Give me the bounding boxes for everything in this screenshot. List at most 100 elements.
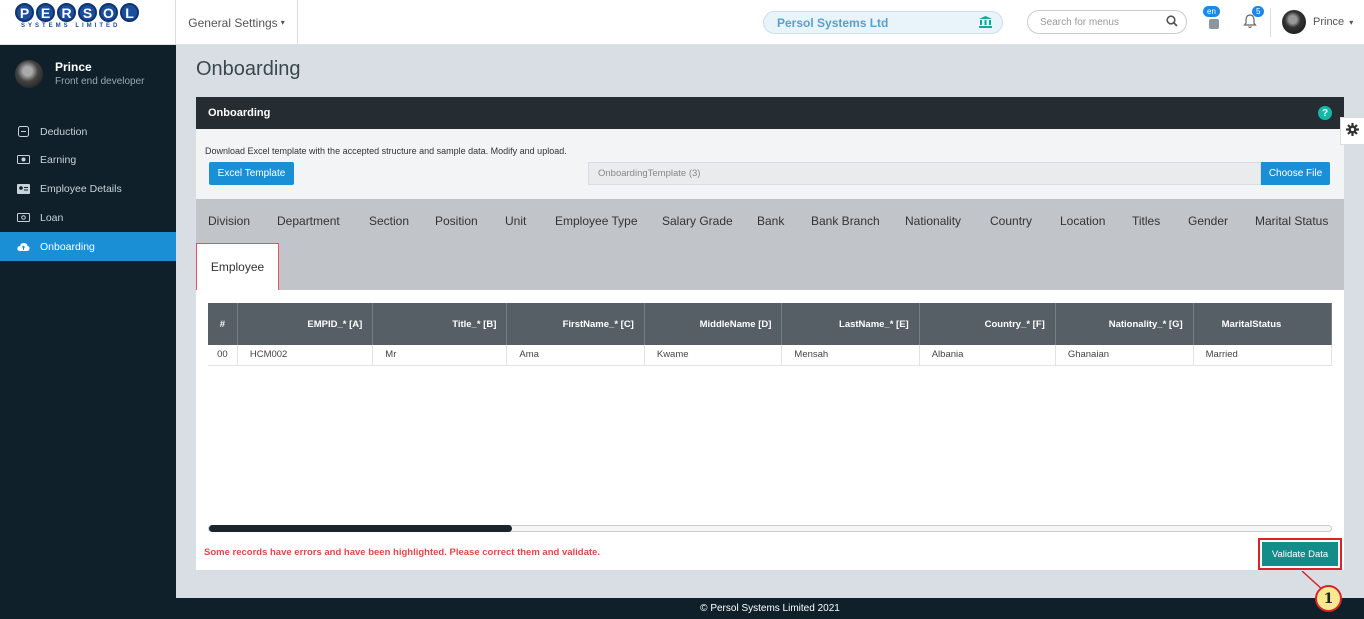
language-icon[interactable]: en [1203, 6, 1223, 32]
card-header: Onboarding ? [196, 97, 1344, 129]
tab-employee-type[interactable]: Employee Type [555, 214, 638, 228]
tab-salary-grade[interactable]: Salary Grade [662, 214, 733, 228]
upload-zone: Download Excel template with the accepte… [196, 129, 1344, 199]
notifications-icon[interactable]: 5 [1243, 6, 1265, 32]
column-header: Country_* [F] [919, 303, 1056, 345]
data-table: # EMPID_* [A] Title_* [B] FirstName_* [C… [208, 303, 1332, 366]
choose-file-button[interactable]: Choose File [1261, 162, 1330, 185]
table-cell[interactable]: Mr [372, 345, 508, 366]
minus-square-icon [16, 125, 30, 139]
tab-bank[interactable]: Bank [757, 214, 784, 228]
cloud-upload-icon [16, 240, 30, 254]
file-name-field[interactable]: OnboardingTemplate (3) [588, 162, 1261, 185]
profile-avatar [15, 60, 43, 88]
tab-unit[interactable]: Unit [505, 214, 526, 228]
sidebar-item-loan[interactable]: Loan [0, 203, 176, 232]
sidebar-item-label: Loan [40, 211, 64, 224]
tab-marital-status[interactable]: Marital Status [1255, 214, 1328, 228]
general-settings-dropdown[interactable]: General Settings ▾ [175, 0, 298, 45]
validate-highlight: Validate Data [1258, 538, 1342, 570]
user-menu[interactable]: Prince ▾ [1313, 16, 1353, 28]
top-bar: P E R S O L SYSTEMS LIMITED General Sett… [0, 0, 1364, 45]
entity-tabs: Division Department Section Position Uni… [196, 199, 1344, 290]
company-name: Persol Systems Ltd [777, 15, 889, 30]
sidebar: Prince Front end developer Deduction Ear… [0, 45, 176, 619]
table-cell[interactable]: Mensah [781, 345, 920, 366]
column-header: FirstName_* [C] [506, 303, 645, 345]
logo-letter: P [15, 3, 34, 22]
onboarding-card: Onboarding ? Download Excel template wit… [196, 97, 1344, 570]
persol-logo[interactable]: P E R S O L SYSTEMS LIMITED [15, 3, 160, 33]
column-header: MaritalStatus [1193, 303, 1332, 345]
tab-gender[interactable]: Gender [1188, 214, 1228, 228]
data-table-container[interactable]: # EMPID_* [A] Title_* [B] FirstName_* [C… [208, 303, 1332, 366]
search-icon[interactable] [1166, 15, 1178, 30]
cash-icon [16, 211, 30, 225]
profile-name: Prince [55, 60, 92, 74]
sidebar-item-employee-details[interactable]: Employee Details [0, 174, 176, 203]
sidebar-item-label: Deduction [40, 125, 88, 138]
tab-division[interactable]: Division [208, 214, 250, 228]
caret-down-icon: ▾ [280, 18, 285, 27]
tab-location[interactable]: Location [1060, 214, 1105, 228]
tab-country[interactable]: Country [990, 214, 1032, 228]
divider [1270, 8, 1271, 37]
tab-employee[interactable]: Employee [196, 243, 279, 290]
scrollbar-thumb[interactable] [209, 525, 512, 532]
general-settings-label: General Settings [188, 15, 278, 30]
table-cell: 00 [208, 345, 238, 366]
table-cell[interactable]: Kwame [644, 345, 783, 366]
logo-letter: O [99, 3, 118, 22]
help-icon[interactable]: ? [1318, 106, 1332, 120]
table-cell[interactable]: HCM002 [237, 345, 374, 366]
page-title: Onboarding [196, 58, 301, 80]
column-header: EMPID_* [A] [237, 303, 374, 345]
logo-letters: P E R S O L [15, 3, 160, 22]
gear-icon [1346, 123, 1359, 139]
column-header: Nationality_* [G] [1055, 303, 1194, 345]
user-avatar[interactable] [1282, 10, 1306, 34]
column-header: MiddleName [D] [644, 303, 783, 345]
language-badge: en [1203, 6, 1220, 17]
card-title: Onboarding [208, 107, 271, 119]
tab-bank-branch[interactable]: Bank Branch [811, 214, 880, 228]
logo-letter: S [78, 3, 97, 22]
step-callout-badge: 1 [1315, 585, 1342, 612]
search-placeholder: Search for menus [1040, 16, 1119, 28]
sidebar-item-label: Earning [40, 153, 77, 166]
sidebar-item-label: Employee Details [40, 182, 122, 195]
tab-titles[interactable]: Titles [1132, 214, 1160, 228]
id-card-icon [16, 182, 30, 196]
sidebar-item-deduction[interactable]: Deduction [0, 117, 176, 146]
sidebar-item-label: Onboarding [40, 240, 95, 253]
horizontal-scrollbar[interactable] [208, 525, 1332, 532]
bank-icon [979, 16, 992, 31]
column-header: Title_* [B] [372, 303, 508, 345]
money-icon [16, 153, 30, 167]
sidebar-item-earning[interactable]: Earning [0, 145, 176, 174]
tab-section[interactable]: Section [369, 214, 409, 228]
notification-count-badge: 5 [1252, 6, 1265, 17]
logo-letter: L [120, 3, 139, 22]
logo-letter: E [36, 3, 55, 22]
validate-data-button[interactable]: Validate Data [1262, 542, 1338, 566]
table-cell[interactable]: Ghanaian [1055, 345, 1194, 366]
table-cell[interactable]: Married [1193, 345, 1332, 366]
table-cell[interactable]: Ama [506, 345, 645, 366]
caret-down-icon: ▾ [1349, 18, 1354, 27]
upload-description: Download Excel template with the accepte… [205, 146, 567, 156]
table-cell[interactable]: Albania [919, 345, 1056, 366]
settings-gear-tab[interactable] [1340, 117, 1364, 145]
company-selector[interactable]: Persol Systems Ltd [763, 11, 1003, 34]
validation-error-message: Some records have errors and have been h… [204, 547, 600, 558]
logo-letter: R [57, 3, 76, 22]
logo-subtitle: SYSTEMS LIMITED [21, 23, 121, 29]
user-name: Prince [1313, 16, 1345, 28]
sidebar-item-onboarding[interactable]: Onboarding [0, 232, 176, 261]
table-row[interactable]: 00 HCM002 Mr Ama Kwame Mensah Albania Gh… [208, 345, 1332, 366]
excel-template-button[interactable]: Excel Template [209, 162, 294, 185]
tab-position[interactable]: Position [435, 214, 478, 228]
menu-search-input[interactable]: Search for menus [1027, 10, 1187, 34]
tab-department[interactable]: Department [277, 214, 340, 228]
tab-nationality[interactable]: Nationality [905, 214, 961, 228]
